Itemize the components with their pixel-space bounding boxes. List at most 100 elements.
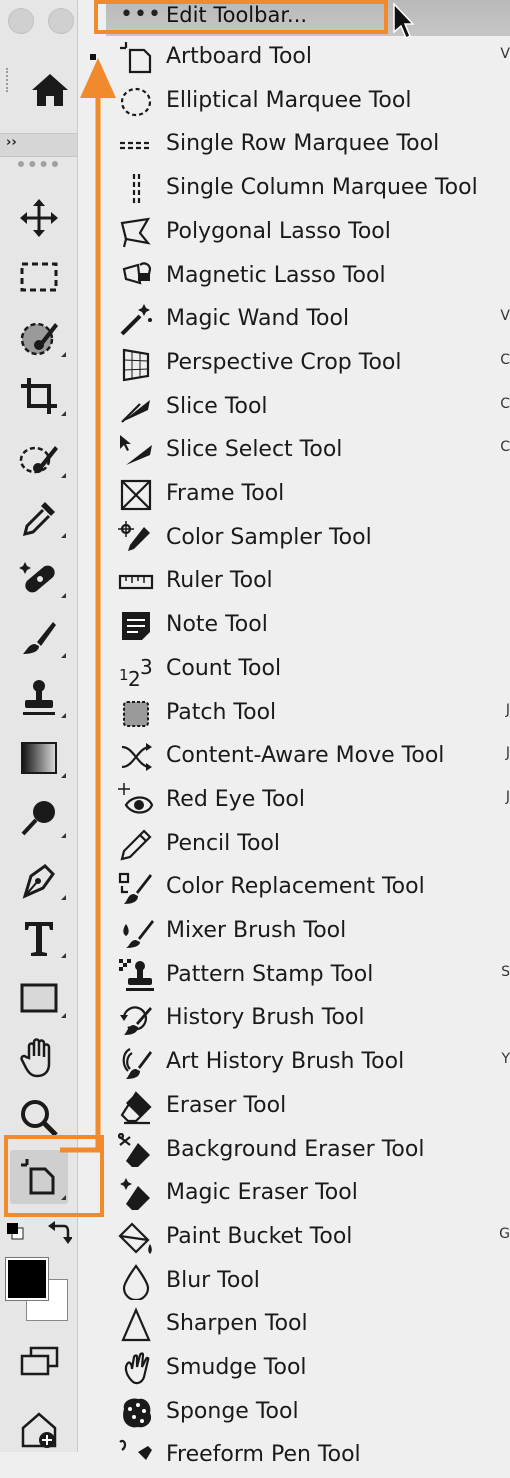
lasso-tool-button[interactable]: [10, 434, 68, 482]
menu-item-sharpen-tool[interactable]: Sharpen Tool: [106, 1303, 510, 1347]
menu-item-shortcut: Y: [501, 1051, 510, 1068]
menu-item-shortcut: C: [500, 439, 510, 456]
menu-item-label: Art History Brush Tool: [166, 1049, 405, 1075]
slice-select-icon: [120, 435, 152, 466]
menu-item-blur-tool[interactable]: Blur Tool: [106, 1260, 510, 1304]
rectangle-tool-button[interactable]: [10, 974, 68, 1022]
menu-item-pencil-tool[interactable]: Pencil Tool: [106, 823, 510, 867]
home-icon: [32, 74, 68, 106]
menu-item-history-brush-tool[interactable]: History Brush Tool: [106, 997, 510, 1041]
menu-item-patch-tool[interactable]: Patch Tool J: [106, 692, 510, 736]
panel-collapse-bar[interactable]: ››: [0, 133, 77, 157]
menu-item-shortcut: J: [505, 745, 510, 762]
brush-tool-button[interactable]: [10, 614, 68, 662]
menu-item-paint-bucket-tool[interactable]: Paint Bucket Tool G: [106, 1216, 510, 1260]
type-icon: [25, 922, 53, 956]
menu-item-magic-wand-tool[interactable]: Magic Wand Tool V: [106, 298, 510, 342]
hand-tool-button[interactable]: [10, 1034, 68, 1082]
content-aware-move-icon: [121, 743, 152, 772]
menu-item-artboard-tool[interactable]: Artboard Tool V: [106, 36, 510, 80]
home-button[interactable]: [28, 70, 72, 110]
menu-item-eraser-tool[interactable]: Eraser Tool: [106, 1085, 510, 1129]
dodge-tool-button[interactable]: [10, 794, 68, 842]
frame-icon: [120, 479, 152, 511]
tools-panel: ››: [0, 0, 78, 1452]
pattern-stamp-icon: [119, 958, 154, 991]
gradient-tool-button[interactable]: [10, 734, 68, 782]
menu-item-count-tool[interactable]: 1 2 3 Count Tool: [106, 648, 510, 692]
menu-item-mixer-brush-tool[interactable]: Mixer Brush Tool: [106, 910, 510, 954]
menu-item-label: Single Row Marquee Tool: [166, 131, 440, 157]
clone-stamp-icon: [23, 680, 55, 715]
healing-brush-tool-button[interactable]: [10, 554, 68, 602]
crop-tool-button[interactable]: [10, 372, 68, 420]
menu-item-pattern-stamp-tool[interactable]: Pattern Stamp Tool S: [106, 954, 510, 998]
window-close-button[interactable]: [8, 8, 34, 34]
menu-item-label: Mixer Brush Tool: [166, 918, 347, 943]
type-tool-button[interactable]: [10, 914, 68, 962]
menu-item-magic-eraser-tool[interactable]: Magic Eraser Tool: [106, 1172, 510, 1216]
menu-item-art-history-brush-tool[interactable]: Art History Brush Tool Y: [106, 1041, 510, 1085]
clone-stamp-tool-button[interactable]: [10, 674, 68, 722]
magic-eraser-icon: [120, 1178, 150, 1211]
screen-mode-button[interactable]: [10, 1338, 68, 1386]
pen-tool-button[interactable]: [10, 856, 68, 904]
lasso-brush-icon: [19, 446, 58, 474]
edit-in-quick-mask-button[interactable]: [10, 1404, 68, 1452]
move-tool-button[interactable]: [10, 194, 68, 242]
menu-item-label: Smudge Tool: [166, 1355, 307, 1380]
menu-item-smudge-tool[interactable]: Smudge Tool: [106, 1347, 510, 1391]
menu-item-label: Elliptical Marquee Tool: [166, 87, 412, 113]
hand-icon: [20, 1038, 51, 1078]
menu-item-label: Color Replacement Tool: [166, 874, 425, 900]
menu-item-label: Count Tool: [166, 655, 282, 681]
menu-item-shortcut: J: [505, 701, 510, 718]
toolbar-grip[interactable]: [18, 161, 58, 167]
magic-wand-icon: [120, 304, 152, 336]
menu-item-frame-tool[interactable]: Frame Tool: [106, 473, 510, 517]
menu-item-freeform-pen-tool[interactable]: Freeform Pen Tool: [106, 1434, 510, 1478]
pen-icon: [22, 864, 55, 899]
menu-item-ruler-tool[interactable]: Ruler Tool: [106, 560, 510, 604]
menu-item-single-column-marquee-tool[interactable]: Single Column Marquee Tool: [106, 167, 510, 211]
note-icon: [122, 612, 150, 641]
default-colors-icon[interactable]: [6, 1222, 24, 1240]
eyedropper-tool-button[interactable]: [10, 494, 68, 542]
art-history-brush-icon: [122, 1048, 152, 1080]
menu-item-label: Slice Tool: [166, 393, 268, 419]
menu-item-elliptical-marquee-tool[interactable]: Elliptical Marquee Tool: [106, 80, 510, 124]
menu-item-color-replacement-tool[interactable]: Color Replacement Tool: [106, 866, 510, 910]
menu-item-slice-select-tool[interactable]: Slice Select Tool C: [106, 429, 510, 473]
window-minimize-button[interactable]: [48, 8, 74, 34]
menu-item-slice-tool[interactable]: Slice Tool C: [106, 386, 510, 430]
menu-item-red-eye-tool[interactable]: Red Eye Tool J: [106, 779, 510, 823]
menu-item-shortcut: C: [500, 395, 510, 412]
menu-item-magnetic-lasso-tool[interactable]: Magnetic Lasso Tool: [106, 255, 510, 299]
freeform-pen-icon: [119, 1440, 152, 1461]
menu-item-content-aware-move-tool[interactable]: Content-Aware Move Tool J: [106, 735, 510, 779]
menu-item-perspective-crop-tool[interactable]: Perspective Crop Tool C: [106, 342, 510, 386]
gradient-icon: [21, 742, 57, 774]
history-brush-icon: [120, 1006, 152, 1036]
menu-item-note-tool[interactable]: Note Tool: [106, 604, 510, 648]
svg-text:2: 2: [128, 667, 141, 688]
menu-item-sponge-tool[interactable]: Sponge Tool: [106, 1391, 510, 1435]
marquee-tool-button[interactable]: [10, 253, 68, 301]
foreground-color-swatch[interactable]: [5, 1257, 49, 1301]
polygonal-lasso-icon: [120, 217, 151, 248]
panel-grip[interactable]: [6, 68, 10, 92]
menu-item-background-eraser-tool[interactable]: Background Eraser Tool: [106, 1129, 510, 1173]
object-selection-tool-button[interactable]: [10, 313, 68, 361]
svg-text:3: 3: [140, 655, 153, 679]
mixer-brush-icon: [123, 920, 154, 948]
background-eraser-icon: [118, 1132, 150, 1167]
rectangle-icon: [20, 983, 58, 1013]
menu-item-polygonal-lasso-tool[interactable]: Polygonal Lasso Tool: [106, 211, 510, 255]
menu-item-label: Frame Tool: [166, 481, 285, 506]
menu-item-label: Eraser Tool: [166, 1092, 287, 1118]
menu-item-label: History Brush Tool: [166, 1005, 365, 1031]
single-row-marquee-icon: [120, 142, 152, 150]
swap-colors-icon[interactable]: [46, 1220, 72, 1246]
menu-item-single-row-marquee-tool[interactable]: Single Row Marquee Tool: [106, 123, 510, 167]
menu-item-color-sampler-tool[interactable]: Color Sampler Tool: [106, 517, 510, 561]
